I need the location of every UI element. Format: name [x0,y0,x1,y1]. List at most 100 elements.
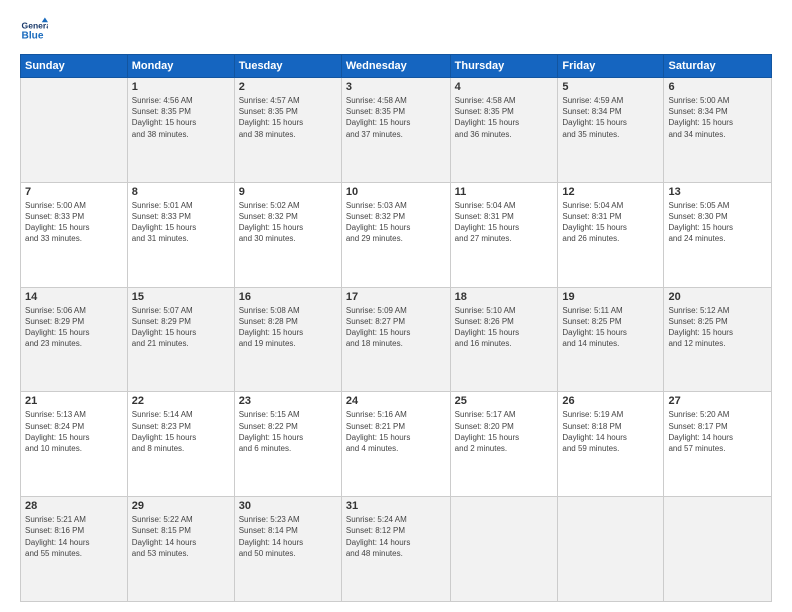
calendar-cell: 7 Sunrise: 5:00 AMSunset: 8:33 PMDaylight… [21,182,128,287]
day-number: 15 [132,291,230,303]
calendar-cell [21,78,128,183]
day-number: 31 [346,500,446,512]
calendar-cell: 2Sunrise: 4:57 AMSunset: 8:35 PMDaylight… [234,78,341,183]
day-info: Sunrise: 5:17 AMSunset: 8:20 PMDaylight:… [455,409,554,454]
day-number: 22 [132,395,230,407]
day-number: 21 [25,395,123,407]
day-number: 6 [668,81,767,93]
day-info: Sunrise: 5:08 AMSunset: 8:28 PMDaylight:… [239,305,337,350]
day-info: Sunrise: 5:05 AMSunset: 8:30 PMDaylight:… [668,200,767,245]
calendar-week-row: 28 Sunrise: 5:21 AMSunset: 8:16 PMDayligh… [21,497,772,602]
day-info: Sunrise: 5:03 AMSunset: 8:32 PMDaylight:… [346,200,446,245]
calendar-cell: 24 Sunrise: 5:16 AMSunset: 8:21 PMDayligh… [341,392,450,497]
calendar-cell: 28 Sunrise: 5:21 AMSunset: 8:16 PMDayligh… [21,497,128,602]
day-number: 23 [239,395,337,407]
calendar-cell: 27 Sunrise: 5:20 AMSunset: 8:17 PMDayligh… [664,392,772,497]
day-info: Sunrise: 5:23 AMSunset: 8:14 PMDaylight:… [239,514,337,559]
calendar-cell: 31 Sunrise: 5:24 AMSunset: 8:12 PMDayligh… [341,497,450,602]
day-number: 9 [239,186,337,198]
header: General Blue [20,16,772,44]
calendar-cell: 19 Sunrise: 5:11 AMSunset: 8:25 PMDayligh… [558,287,664,392]
day-number: 13 [668,186,767,198]
day-info: Sunrise: 5:12 AMSunset: 8:25 PMDaylight:… [668,305,767,350]
day-number: 28 [25,500,123,512]
calendar-cell [450,497,558,602]
day-info: Sunrise: 5:00 AMSunset: 8:33 PMDaylight:… [25,200,123,245]
calendar-cell: 6 Sunrise: 5:00 AMSunset: 8:34 PMDaylight… [664,78,772,183]
day-number: 19 [562,291,659,303]
day-info: Sunrise: 4:56 AMSunset: 8:35 PMDaylight:… [132,95,230,140]
day-info: Sunrise: 5:13 AMSunset: 8:24 PMDaylight:… [25,409,123,454]
calendar-week-row: 1 Sunrise: 4:56 AMSunset: 8:35 PMDaylight… [21,78,772,183]
day-number: 25 [455,395,554,407]
day-number: 30 [239,500,337,512]
day-number: 5 [562,81,659,93]
calendar-cell: 5Sunrise: 4:59 AMSunset: 8:34 PMDaylight… [558,78,664,183]
calendar-cell [558,497,664,602]
day-number: 14 [25,291,123,303]
calendar-cell: 26 Sunrise: 5:19 AMSunset: 8:18 PMDayligh… [558,392,664,497]
calendar-cell: 11 Sunrise: 5:04 AMSunset: 8:31 PMDayligh… [450,182,558,287]
day-info: Sunrise: 5:19 AMSunset: 8:18 PMDaylight:… [562,409,659,454]
day-number: 11 [455,186,554,198]
day-number: 20 [668,291,767,303]
day-info: Sunrise: 5:20 AMSunset: 8:17 PMDaylight:… [668,409,767,454]
column-header-tuesday: Tuesday [234,55,341,78]
calendar-cell: 17Sunrise: 5:09 AMSunset: 8:27 PMDayligh… [341,287,450,392]
day-number: 7 [25,186,123,198]
calendar-cell: 8 Sunrise: 5:01 AMSunset: 8:33 PMDaylight… [127,182,234,287]
day-number: 4 [455,81,554,93]
day-number: 27 [668,395,767,407]
calendar-cell: 30 Sunrise: 5:23 AMSunset: 8:14 PMDayligh… [234,497,341,602]
day-info: Sunrise: 5:04 AMSunset: 8:31 PMDaylight:… [562,200,659,245]
day-info: Sunrise: 5:01 AMSunset: 8:33 PMDaylight:… [132,200,230,245]
day-info: Sunrise: 5:00 AMSunset: 8:34 PMDaylight:… [668,95,767,140]
day-info: Sunrise: 5:11 AMSunset: 8:25 PMDaylight:… [562,305,659,350]
calendar-cell: 14 Sunrise: 5:06 AMSunset: 8:29 PMDayligh… [21,287,128,392]
column-header-sunday: Sunday [21,55,128,78]
column-header-monday: Monday [127,55,234,78]
day-info: Sunrise: 5:07 AMSunset: 8:29 PMDaylight:… [132,305,230,350]
day-number: 8 [132,186,230,198]
calendar-cell: 29Sunrise: 5:22 AMSunset: 8:15 PMDayligh… [127,497,234,602]
calendar-cell: 1 Sunrise: 4:56 AMSunset: 8:35 PMDaylight… [127,78,234,183]
day-info: Sunrise: 5:06 AMSunset: 8:29 PMDaylight:… [25,305,123,350]
calendar-cell: 4 Sunrise: 4:58 AMSunset: 8:35 PMDaylight… [450,78,558,183]
day-number: 16 [239,291,337,303]
day-info: Sunrise: 5:16 AMSunset: 8:21 PMDaylight:… [346,409,446,454]
column-header-saturday: Saturday [664,55,772,78]
day-number: 10 [346,186,446,198]
calendar-cell: 21 Sunrise: 5:13 AMSunset: 8:24 PMDayligh… [21,392,128,497]
column-header-wednesday: Wednesday [341,55,450,78]
day-number: 26 [562,395,659,407]
calendar-page: General Blue SundayMondayTuesdayWednesda… [0,0,792,612]
column-header-friday: Friday [558,55,664,78]
calendar-cell: 18 Sunrise: 5:10 AMSunset: 8:26 PMDayligh… [450,287,558,392]
day-number: 24 [346,395,446,407]
day-info: Sunrise: 5:10 AMSunset: 8:26 PMDaylight:… [455,305,554,350]
day-info: Sunrise: 5:22 AMSunset: 8:15 PMDaylight:… [132,514,230,559]
calendar-cell: 16 Sunrise: 5:08 AMSunset: 8:28 PMDayligh… [234,287,341,392]
calendar-cell: 25 Sunrise: 5:17 AMSunset: 8:20 PMDayligh… [450,392,558,497]
calendar-cell: 13 Sunrise: 5:05 AMSunset: 8:30 PMDayligh… [664,182,772,287]
day-number: 18 [455,291,554,303]
day-info: Sunrise: 5:24 AMSunset: 8:12 PMDaylight:… [346,514,446,559]
day-info: Sunrise: 5:14 AMSunset: 8:23 PMDaylight:… [132,409,230,454]
logo-icon: General Blue [20,16,48,44]
day-number: 1 [132,81,230,93]
calendar-table: SundayMondayTuesdayWednesdayThursdayFrid… [20,54,772,602]
svg-text:Blue: Blue [22,31,44,42]
calendar-cell: 20 Sunrise: 5:12 AMSunset: 8:25 PMDayligh… [664,287,772,392]
calendar-cell [664,497,772,602]
day-info: Sunrise: 5:21 AMSunset: 8:16 PMDaylight:… [25,514,123,559]
calendar-header-row: SundayMondayTuesdayWednesdayThursdayFrid… [21,55,772,78]
calendar-week-row: 7 Sunrise: 5:00 AMSunset: 8:33 PMDaylight… [21,182,772,287]
day-info: Sunrise: 5:04 AMSunset: 8:31 PMDaylight:… [455,200,554,245]
day-number: 12 [562,186,659,198]
calendar-cell: 12 Sunrise: 5:04 AMSunset: 8:31 PMDayligh… [558,182,664,287]
day-number: 2 [239,81,337,93]
day-info: Sunrise: 5:02 AMSunset: 8:32 PMDaylight:… [239,200,337,245]
calendar-cell: 22 Sunrise: 5:14 AMSunset: 8:23 PMDayligh… [127,392,234,497]
day-info: Sunrise: 4:58 AMSunset: 8:35 PMDaylight:… [455,95,554,140]
day-info: Sunrise: 5:09 AMSunset: 8:27 PMDaylight:… [346,305,446,350]
